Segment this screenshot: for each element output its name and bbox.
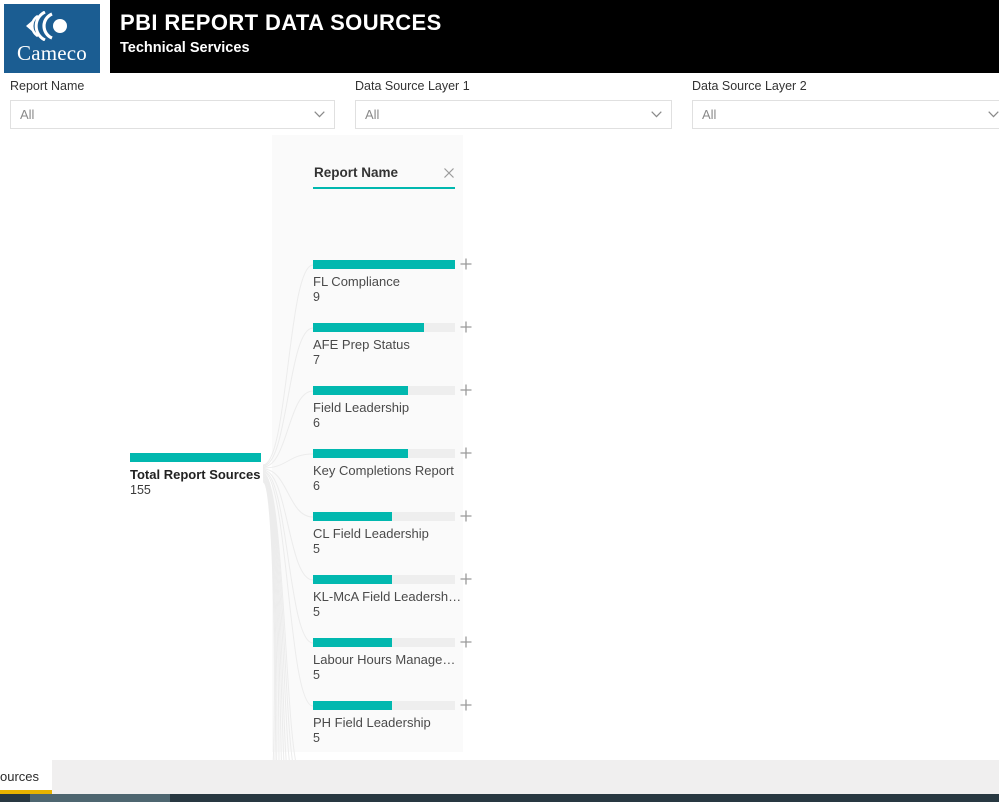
node-value: 5: [313, 605, 320, 619]
plus-icon[interactable]: [459, 509, 473, 523]
plus-icon[interactable]: [459, 446, 473, 460]
node-bar-fill: [313, 260, 455, 269]
plus-icon[interactable]: [459, 635, 473, 649]
node-bar-fill: [313, 449, 408, 458]
node-label: CL Field Leadership: [313, 526, 429, 541]
app-header: Cameco PBI REPORT DATA SOURCES Technical…: [0, 0, 999, 73]
node-value: 5: [313, 542, 320, 556]
chevron-down-icon[interactable]: [651, 111, 662, 118]
cameco-arcs-icon: [22, 10, 82, 42]
tab-label: ources: [0, 769, 40, 784]
node-bar-fill: [313, 575, 392, 584]
tree-level-header-label: Report Name: [314, 165, 399, 180]
report-tab-bar: ources: [0, 760, 999, 794]
node-value: 7: [313, 353, 320, 367]
root-node-value: 155: [130, 483, 151, 497]
slicer-label-report-name: Report Name: [10, 79, 85, 93]
slicer-value-layer-2: All: [702, 107, 717, 122]
node-label: AFE Prep Status: [313, 337, 410, 352]
tree-connectors: [262, 264, 314, 760]
cameco-logo: Cameco: [4, 4, 100, 73]
root-node-label: Total Report Sources: [130, 467, 261, 482]
close-icon[interactable]: [442, 166, 456, 180]
decomposition-tree: Report Name Total Report Sources 155 FL …: [0, 135, 999, 760]
plus-icon[interactable]: [459, 257, 473, 271]
node-bar-fill: [313, 701, 392, 710]
node-label: Labour Hours Manage…: [313, 652, 456, 667]
node-bar-fill: [313, 386, 408, 395]
node-label: PH Field Leadership: [313, 715, 431, 730]
tree-level-header-report-name[interactable]: Report Name: [313, 165, 455, 191]
node-value: 9: [313, 290, 320, 304]
page-title: PBI REPORT DATA SOURCES: [120, 10, 442, 35]
title-bar: PBI REPORT DATA SOURCES Technical Servic…: [110, 0, 999, 73]
node-label: FL Compliance: [313, 274, 400, 289]
slicer-dropdown-layer-2[interactable]: All: [692, 100, 999, 129]
tree-level-header-accent: [313, 187, 455, 189]
slicer-label-layer-1: Data Source Layer 1: [355, 79, 470, 93]
node-label: Key Completions Report: [313, 463, 454, 478]
slicer-dropdown-report-name[interactable]: All: [10, 100, 335, 129]
node-label: KL-McA Field Leadersh…: [313, 589, 462, 604]
chevron-down-icon[interactable]: [988, 111, 999, 118]
plus-icon[interactable]: [459, 698, 473, 712]
node-label: Field Leadership: [313, 400, 410, 415]
node-bar-fill: [313, 323, 424, 332]
page-subtitle: Technical Services: [120, 40, 250, 56]
slicer-data-source-layer-1: Data Source Layer 1 All: [345, 73, 682, 135]
slicer-dropdown-layer-1[interactable]: All: [355, 100, 672, 129]
node-bar-fill: [313, 512, 392, 521]
slicer-row: Report Name All Data Source Layer 1 All …: [0, 73, 999, 135]
plus-icon[interactable]: [459, 383, 473, 397]
node-value: 6: [313, 416, 320, 430]
slicer-data-source-layer-2: Data Source Layer 2 All: [682, 73, 999, 135]
node-value: 6: [313, 479, 320, 493]
cameco-wordmark: Cameco: [16, 41, 87, 65]
os-taskbar: [0, 794, 999, 802]
node-bar-fill: [313, 638, 392, 647]
plus-icon[interactable]: [459, 320, 473, 334]
root-bar-fill: [130, 453, 261, 462]
tab-data-sources[interactable]: ources: [0, 760, 52, 794]
node-value: 5: [313, 668, 320, 682]
slicer-value-layer-1: All: [365, 107, 380, 122]
slicer-value-report-name: All: [20, 107, 35, 122]
chevron-down-icon[interactable]: [314, 111, 325, 118]
node-value: 5: [313, 731, 320, 745]
slicer-report-name: Report Name All: [0, 73, 345, 135]
taskbar-window-button[interactable]: [30, 794, 170, 802]
plus-icon[interactable]: [459, 572, 473, 586]
slicer-label-layer-2: Data Source Layer 2: [692, 79, 807, 93]
